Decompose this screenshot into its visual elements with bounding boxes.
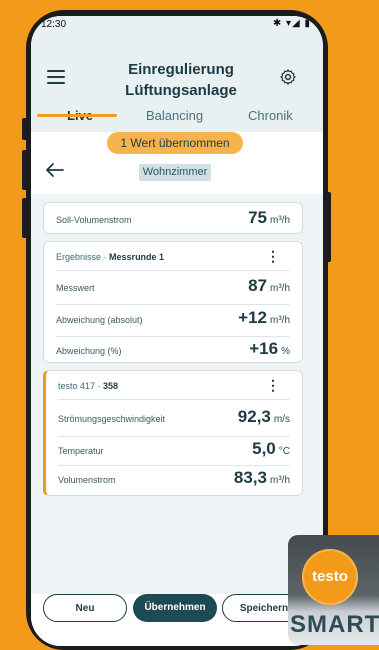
result-value: +12 [238,308,267,327]
result-label: Abweichung (absolut) [56,315,143,325]
probe-title-prefix: testo 417 · [58,381,101,391]
page-title-line1: Einregulierung [128,61,234,78]
status-bar: 12:30 ✱ ▾◢ ▮ [31,16,323,34]
result-row: Abweichung (%) +16% [56,339,290,369]
hamburger-menu-icon[interactable] [47,70,65,84]
result-value: +16 [249,339,279,358]
testo-logo-badge: testo [302,549,358,605]
active-tab-indicator [37,114,117,117]
probe-unit: m³/h [270,475,290,486]
divider [56,270,290,271]
result-unit: m³/h [270,283,290,294]
probe-value: 5,0 [252,439,276,458]
tab-balancing[interactable]: Balancing [146,108,203,123]
result-value: 87 [248,276,267,295]
divider [58,399,290,400]
probe-label: Temperatur [58,446,104,456]
apply-button[interactable]: Übernehmen [133,594,217,622]
results-card-title: Ergebnisse · Messrunde 1 [56,252,164,262]
probe-label: Strömungsgeschwindigkeit [58,414,166,424]
setpoint-value: 75 [248,208,267,227]
testo-smart-logo: testo SMART [288,535,379,645]
probe-value-wrap: 5,0 °C [252,439,290,459]
divider [56,304,290,305]
room-chip[interactable]: Wohnzimmer [139,164,211,181]
result-value-wrap: 87 m³/h [248,276,290,296]
result-unit: % [281,346,290,357]
probe-label: Volumenstrom [58,475,116,485]
content-area: Soll-Volumenstrom 75 m³/h Ergebnisse · Me… [31,194,323,594]
setpoint-value-wrap: 75 m³/h [248,208,290,228]
result-row: Abweichung (absolut) +12 m³/h [56,308,290,338]
results-title-prefix: Ergebnisse · [56,252,107,262]
results-more-icon[interactable]: ⋮ [266,248,280,265]
status-time: 12:30 [41,19,67,30]
result-value-wrap: +12 m³/h [238,308,290,328]
page-title-line2: Lüftungsanlage [125,82,237,99]
divider [56,336,290,337]
probe-unit: °C [278,446,290,457]
result-value-wrap: +16% [249,339,290,359]
app-header: Einregulierung Lüftungsanlage Live Balan… [31,34,323,132]
probe-card-title: testo 417 · 358 [58,381,118,391]
value-applied-toast: 1 Wert übernommen [107,132,243,154]
tab-chronik[interactable]: Chronik [248,108,293,123]
result-label: Abweichung (%) [56,346,122,356]
smart-logo-text: SMART [290,611,379,638]
new-button[interactable]: Neu [43,594,127,622]
probe-title-serial: 358 [103,381,119,391]
results-card: Ergebnisse · Messrunde 1 ⋮ Messwert 87 m³… [43,241,303,363]
setpoint-row: Soll-Volumenstrom 75 m³/h [56,208,290,238]
probe-value: 92,3 [237,407,271,426]
probe-value-wrap: 92,3 m/s [238,407,290,427]
probe-value: 83,3 [233,468,267,487]
gear-icon[interactable] [279,68,297,86]
probe-unit: m/s [273,414,290,425]
tab-bar: Live Balancing Chronik [31,108,323,132]
probe-row: Strömungsgeschwindigkeit 92,3 m/s [58,407,290,437]
divider [58,436,290,437]
setpoint-unit: m³/h [270,215,290,226]
results-title-round: Messrunde 1 [109,252,165,262]
status-icons: ✱ ▾◢ ▮ [272,18,311,29]
probe-row: Volumenstrom 83,3 m³/h [58,468,290,498]
result-row: Messwert 87 m³/h [56,276,290,306]
back-arrow-icon[interactable] [45,162,65,178]
probe-card: testo 417 · 358 ⋮ Strömungsgeschwindigke… [43,370,303,496]
page-title: Einregulierung Lüftungsanlage [91,59,271,101]
result-unit: m³/h [270,315,290,326]
app-screen: 12:30 ✱ ▾◢ ▮ Einregulierung Lüftungsanla… [31,16,323,646]
setpoint-label: Soll-Volumenstrom [56,215,132,225]
probe-more-icon[interactable]: ⋮ [266,377,280,394]
divider [58,465,290,466]
setpoint-card: Soll-Volumenstrom 75 m³/h [43,202,303,234]
bottom-action-bar: Neu Übernehmen Speichern [31,594,323,646]
probe-value-wrap: 83,3 m³/h [234,468,290,488]
result-label: Messwert [56,283,95,293]
